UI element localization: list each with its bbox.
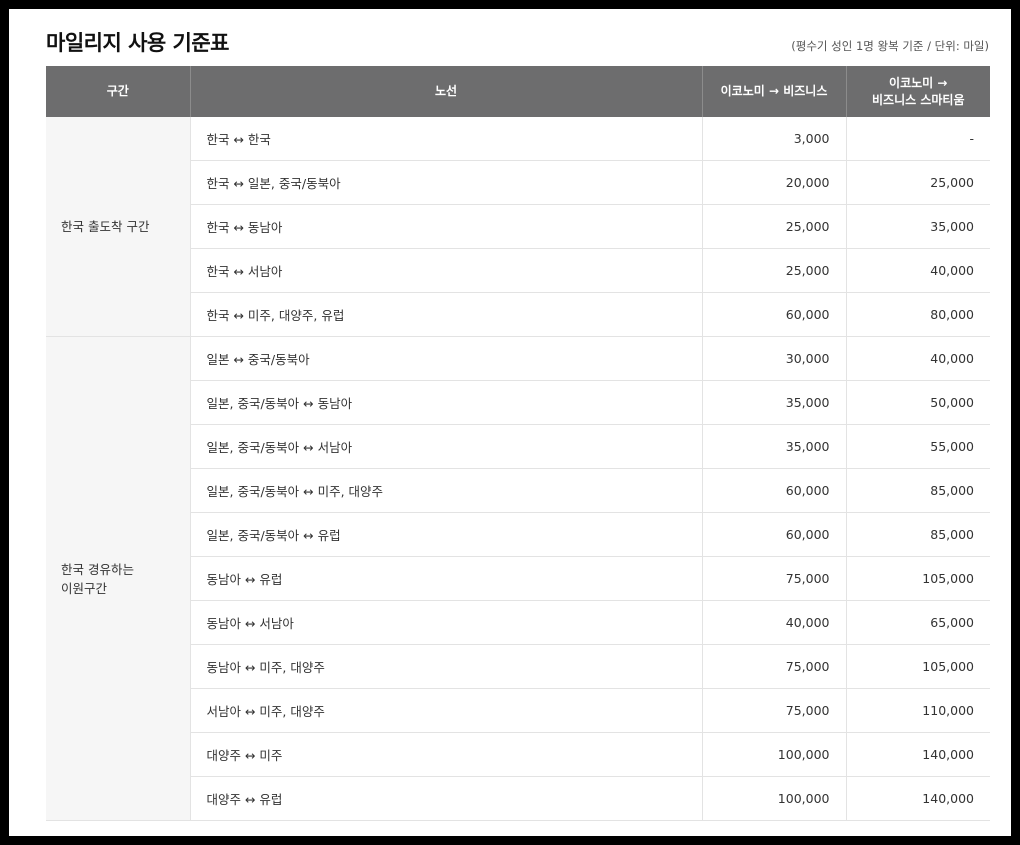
route-cell: 일본, 중국/동북아 ↔ 미주, 대양주 (189, 468, 702, 513)
table-unit-note: (평수기 성인 1명 왕복 기준 / 단위: 마일) (791, 39, 989, 53)
prestige-miles-cell: 80,000 (845, 292, 990, 337)
section-label-line1: 한국 출도착 구간 (61, 219, 150, 234)
prestige-miles-cell: 35,000 (845, 204, 990, 249)
prestige-miles-cell: 40,000 (845, 248, 990, 293)
business-miles-cell: 60,000 (701, 512, 846, 557)
section-cell: 한국 출도착 구간 (46, 117, 190, 337)
route-cell: 동남아 ↔ 미주, 대양주 (189, 644, 702, 689)
route-cell: 서남아 ↔ 미주, 대양주 (189, 688, 702, 733)
prestige-miles-cell: 140,000 (845, 732, 990, 777)
business-miles-cell: 100,000 (701, 776, 846, 821)
prestige-miles-cell: 140,000 (845, 776, 990, 821)
business-miles-cell: 30,000 (701, 336, 846, 381)
header-route: 노선 (189, 66, 702, 117)
prestige-miles-cell: 85,000 (845, 468, 990, 513)
route-cell: 한국 ↔ 일본, 중국/동북아 (189, 160, 702, 205)
route-cell: 한국 ↔ 미주, 대양주, 유럽 (189, 292, 702, 337)
prestige-miles-cell: 25,000 (845, 160, 990, 205)
table-header-row: 구간 노선 이코노미 → 비즈니스 이코노미 → 비즈니스 스마티움 (46, 66, 990, 117)
route-cell: 한국 ↔ 동남아 (189, 204, 702, 249)
prestige-miles-cell: 40,000 (845, 336, 990, 381)
business-miles-cell: 35,000 (701, 424, 846, 469)
route-cell: 일본 ↔ 중국/동북아 (189, 336, 702, 381)
route-cell: 한국 ↔ 한국 (189, 117, 702, 161)
business-miles-cell: 100,000 (701, 732, 846, 777)
business-miles-cell: 60,000 (701, 292, 846, 337)
section-label-line1: 한국 경유하는 (61, 561, 134, 577)
business-miles-cell: 75,000 (701, 644, 846, 689)
route-cell: 일본, 중국/동북아 ↔ 서남아 (189, 424, 702, 469)
business-miles-cell: 60,000 (701, 468, 846, 513)
page-frame: 마일리지 사용 기준표 (평수기 성인 1명 왕복 기준 / 단위: 마일) 구… (9, 9, 1011, 836)
header-business: 이코노미 → 비즈니스 (701, 66, 846, 117)
business-miles-cell: 75,000 (701, 556, 846, 601)
business-miles-cell: 20,000 (701, 160, 846, 205)
route-cell: 대양주 ↔ 미주 (189, 732, 702, 777)
header-prestige-line1: 이코노미 → (889, 75, 948, 90)
route-cell: 한국 ↔ 서남아 (189, 248, 702, 293)
route-cell: 일본, 중국/동북아 ↔ 유럽 (189, 512, 702, 557)
header-prestige: 이코노미 → 비즈니스 스마티움 (845, 66, 990, 117)
business-miles-cell: 25,000 (701, 248, 846, 293)
section-cell: 한국 경유하는이원구간 (46, 336, 190, 821)
route-cell: 동남아 ↔ 유럽 (189, 556, 702, 601)
section-label-line2: 이원구간 (61, 580, 108, 596)
prestige-miles-cell: 105,000 (845, 556, 990, 601)
business-miles-cell: 25,000 (701, 204, 846, 249)
business-miles-cell: 75,000 (701, 688, 846, 733)
prestige-miles-cell: 105,000 (845, 644, 990, 689)
prestige-miles-cell: 50,000 (845, 380, 990, 425)
business-miles-cell: 40,000 (701, 600, 846, 645)
table-row: 한국 출도착 구간 한국 ↔ 한국 3,000- (46, 117, 990, 337)
mileage-table: 구간 노선 이코노미 → 비즈니스 이코노미 → 비즈니스 스마티움 한국 출도… (46, 66, 990, 821)
route-cell: 일본, 중국/동북아 ↔ 동남아 (189, 380, 702, 425)
header-section: 구간 (46, 66, 190, 117)
business-miles-cell: 35,000 (701, 380, 846, 425)
prestige-miles-cell: - (845, 117, 990, 161)
page-title: 마일리지 사용 기준표 (46, 31, 230, 55)
prestige-miles-cell: 65,000 (845, 600, 990, 645)
route-cell: 대양주 ↔ 유럽 (189, 776, 702, 821)
header-prestige-line2: 비즈니스 스마티움 (872, 92, 965, 107)
prestige-miles-cell: 110,000 (845, 688, 990, 733)
business-miles-cell: 3,000 (701, 117, 846, 161)
table-row: 한국 경유하는 이원구간 일본 ↔ 중국/동북아 30,000 40,000 (46, 336, 990, 821)
route-cell: 동남아 ↔ 서남아 (189, 600, 702, 645)
prestige-miles-cell: 85,000 (845, 512, 990, 557)
table-body: 한국 출도착 구간 한국 ↔ 한국 3,000- 한국 ↔ 일본, 중국/동북아 20,… (46, 117, 990, 821)
prestige-miles-cell: 55,000 (845, 424, 990, 469)
